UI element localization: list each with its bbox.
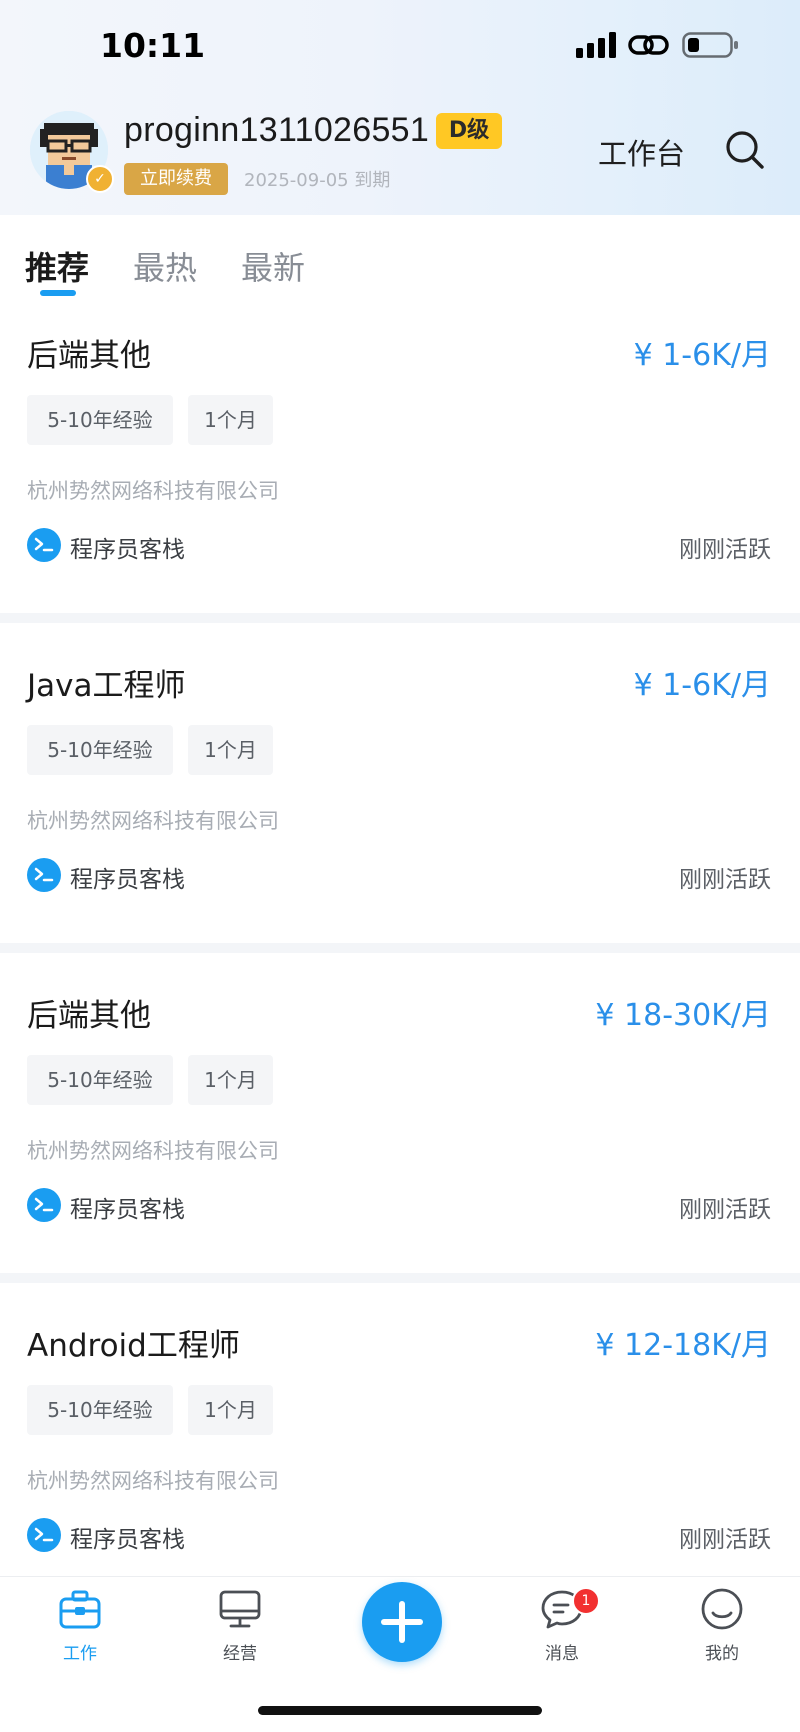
duration-tag: 1个月 (188, 1385, 273, 1435)
tab-indicator (40, 290, 76, 296)
source-name: 程序员客栈 (70, 867, 185, 893)
experience-tag: 5-10年经验 (27, 1055, 173, 1105)
expire-date: 2025-09-05 到期 (244, 170, 391, 191)
duration-tag: 1个月 (188, 395, 273, 445)
company-name: 杭州势然网络科技有限公司 (27, 1139, 279, 1163)
nav-label-business: 经营 (223, 1644, 257, 1664)
briefcase-icon (59, 1590, 101, 1629)
duration-tag: 1个月 (188, 725, 273, 775)
job-title: Java工程师 (27, 668, 186, 704)
experience-tag: 5-10年经验 (27, 725, 173, 775)
job-title: Android工程师 (27, 1328, 240, 1364)
company-name: 杭州势然网络科技有限公司 (27, 1469, 279, 1493)
terminal-icon (27, 1518, 61, 1552)
home-indicator (258, 1706, 542, 1715)
experience-tag: 5-10年经验 (27, 395, 173, 445)
job-card[interactable]: 后端其他 ¥ 18-30K/月 5-10年经验 1个月 杭州势然网络科技有限公司… (0, 970, 800, 1290)
job-title: 后端其他 (27, 338, 151, 374)
nav-item-business[interactable]: 经营 (190, 1587, 290, 1664)
active-status: 刚刚活跃 (679, 867, 771, 893)
status-bar: 10:11 (0, 0, 800, 95)
duration-tag: 1个月 (188, 1055, 273, 1105)
job-salary: ¥ 1-6K/月 (633, 338, 771, 373)
nav-label-messages: 消息 (545, 1644, 579, 1664)
add-button[interactable] (362, 1582, 442, 1662)
job-title: 后端其他 (27, 998, 151, 1034)
source-name: 程序员客栈 (70, 1527, 185, 1553)
tab-bar: 推荐 最热 最新 (0, 215, 800, 296)
job-salary: ¥ 1-6K/月 (633, 668, 771, 703)
tab-hottest[interactable]: 最热 (133, 243, 197, 289)
username: proginn1311026551 (124, 111, 430, 149)
active-status: 刚刚活跃 (679, 1527, 771, 1553)
card-divider (0, 613, 800, 623)
status-time: 10:11 (100, 26, 206, 65)
active-status: 刚刚活跃 (679, 1197, 771, 1223)
tab-newest[interactable]: 最新 (241, 243, 305, 289)
monitor-icon (219, 1590, 261, 1628)
nav-label-mine: 我的 (705, 1644, 739, 1664)
job-card[interactable]: Android工程师 ¥ 12-18K/月 5-10年经验 1个月 杭州势然网络… (0, 1300, 800, 1576)
terminal-icon (27, 528, 61, 562)
link-icon (628, 35, 669, 55)
company-name: 杭州势然网络科技有限公司 (27, 809, 279, 833)
active-status: 刚刚活跃 (679, 537, 771, 563)
battery-icon (682, 32, 738, 58)
workbench-button[interactable]: 工作台 (598, 131, 685, 173)
message-count-badge: 1 (572, 1587, 600, 1615)
job-card[interactable]: 后端其他 ¥ 1-6K/月 5-10年经验 1个月 杭州势然网络科技有限公司 程… (0, 310, 800, 630)
job-card[interactable]: Java工程师 ¥ 1-6K/月 5-10年经验 1个月 杭州势然网络科技有限公… (0, 640, 800, 960)
renew-button[interactable]: 立即续费 (124, 163, 228, 195)
verified-badge-icon: ✓ (86, 165, 114, 193)
experience-tag: 5-10年经验 (27, 1385, 173, 1435)
card-divider (0, 1273, 800, 1283)
source-name: 程序员客栈 (70, 537, 185, 563)
nav-item-work[interactable]: 工作 (30, 1587, 130, 1664)
tab-recommended[interactable]: 推荐 (25, 243, 89, 289)
card-divider (0, 943, 800, 953)
plus-icon (381, 1601, 423, 1643)
terminal-icon (27, 1188, 61, 1222)
search-icon[interactable] (724, 129, 766, 171)
nav-item-mine[interactable]: 我的 (672, 1587, 772, 1664)
job-salary: ¥ 12-18K/月 (595, 1328, 771, 1363)
terminal-icon (27, 858, 61, 892)
nav-label-work: 工作 (63, 1644, 97, 1664)
job-salary: ¥ 18-30K/月 (595, 998, 771, 1033)
signal-icon (576, 32, 616, 58)
smile-icon (701, 1588, 743, 1630)
source-name: 程序员客栈 (70, 1197, 185, 1223)
company-name: 杭州势然网络科技有限公司 (27, 479, 279, 503)
profile-header: ✓ proginn1311026551 D级 立即续费 2025-09-05 到… (0, 95, 800, 215)
level-badge: D级 (436, 113, 502, 149)
